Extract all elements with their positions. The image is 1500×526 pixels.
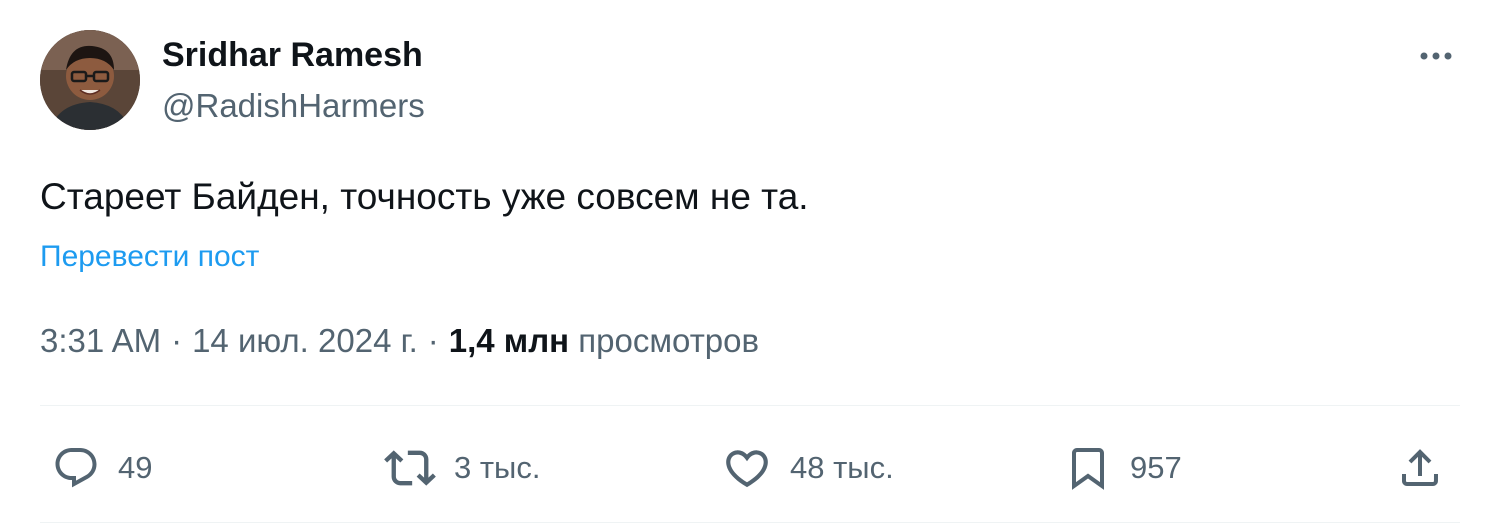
post-time[interactable]: 3:31 AM xyxy=(40,322,161,359)
views-label: просмотров xyxy=(578,322,760,359)
translate-post-link[interactable]: Перевести пост xyxy=(40,240,259,274)
meta-separator: · xyxy=(171,322,183,359)
share-upload-icon xyxy=(1402,449,1438,486)
more-options-button[interactable] xyxy=(1412,36,1460,76)
bookmark-count: 957 xyxy=(1130,450,1182,485)
post-text: Стареет Байден, точность уже совсем не т… xyxy=(40,176,809,217)
heart-icon xyxy=(726,450,768,488)
author-display-name[interactable]: Sridhar Ramesh xyxy=(162,36,423,75)
more-horizontal-icon xyxy=(1420,52,1452,60)
repost-icon xyxy=(384,450,436,486)
repost-count: 3 тыс. xyxy=(454,450,541,485)
post-meta: 3:31 AM · 14 июл. 2024 г. · 1,4 млн просмотр… xyxy=(40,322,759,360)
author-handle[interactable]: @RadishHarmers xyxy=(162,87,425,125)
divider xyxy=(40,405,1460,406)
avatar[interactable] xyxy=(40,30,140,130)
post-date[interactable]: 14 июл. 2024 г. xyxy=(192,322,418,359)
divider xyxy=(40,522,1460,523)
bookmark-icon xyxy=(1072,448,1104,490)
reply-count: 49 xyxy=(118,450,153,485)
reply-bubble-icon xyxy=(55,448,97,488)
like-count: 48 тыс. xyxy=(790,450,894,485)
reply-button[interactable]: 49 xyxy=(52,440,152,496)
repost-button[interactable]: 3 тыс. xyxy=(384,440,540,496)
like-button[interactable]: 48 тыс. xyxy=(722,440,894,496)
share-button[interactable] xyxy=(1396,440,1444,496)
views-count: 1,4 млн xyxy=(448,322,570,359)
tweet-card: Sridhar Ramesh @RadishHarmers Стареет Ба… xyxy=(0,0,1500,526)
bookmark-button[interactable]: 957 xyxy=(1064,440,1182,496)
meta-separator: · xyxy=(427,322,439,359)
avatar-photo xyxy=(40,30,140,130)
